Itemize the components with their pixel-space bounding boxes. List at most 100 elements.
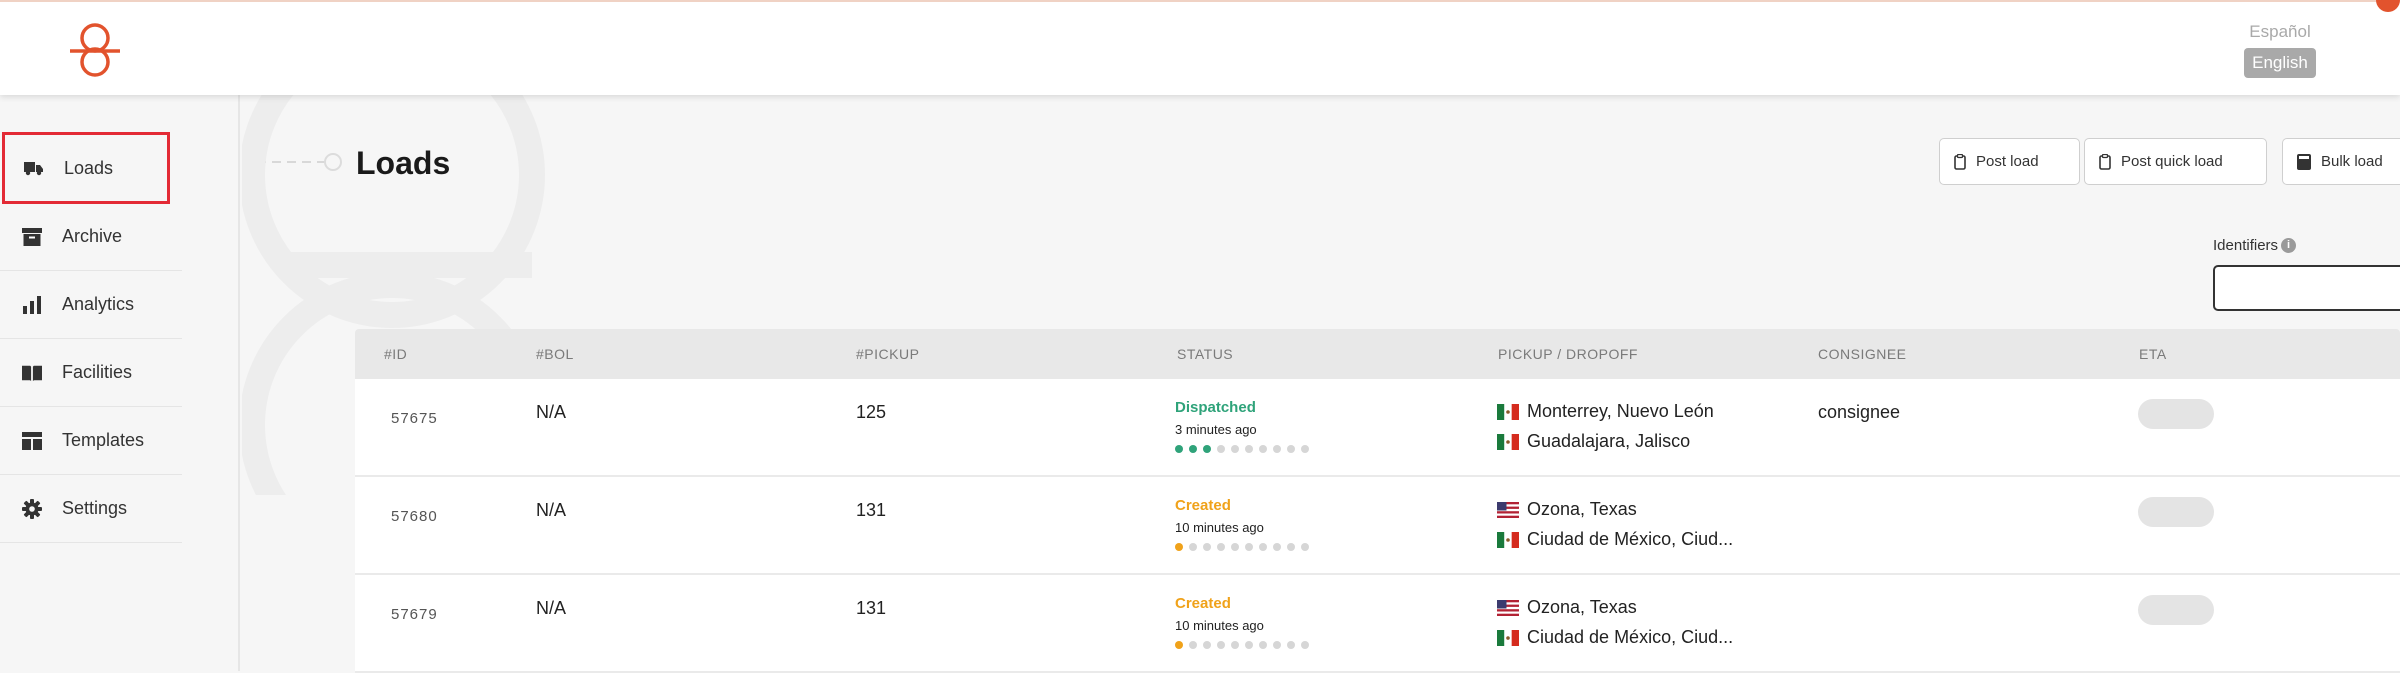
progress-dot <box>1273 641 1281 649</box>
pickup-location: Ozona, Texas <box>1497 597 1637 618</box>
sidebar-item-label: Templates <box>62 430 145 450</box>
progress-dot <box>1217 641 1225 649</box>
progress-dot <box>1259 543 1267 551</box>
mexico-flag-icon <box>1497 629 1519 646</box>
loads-table: #ID #BOL #PICKUP STATUS PICKUP / DROPOFF… <box>355 329 2400 673</box>
bulk-load-button[interactable]: Bulk load <box>2282 138 2400 185</box>
bol-value: N/A <box>536 500 567 520</box>
status-time: 10 minutes ago <box>1175 618 1264 633</box>
clipboard-icon <box>2099 153 2111 170</box>
column-header-bol[interactable]: #BOL <box>536 346 574 362</box>
sidebar-item-templates[interactable]: Templates <box>0 407 182 475</box>
post-quick-load-button[interactable]: Post quick load <box>2084 138 2267 185</box>
top-bar: Español English <box>0 0 2400 95</box>
load-id[interactable]: 57675 <box>391 410 438 427</box>
column-header-pickup-dropoff[interactable]: PICKUP / DROPOFF <box>1498 346 1638 362</box>
pickup-number: 131 <box>856 598 887 618</box>
mexico-flag-icon <box>1497 403 1519 420</box>
us-flag-icon <box>1497 501 1519 518</box>
mexico-flag-icon <box>1497 531 1519 548</box>
bar-chart-icon <box>22 295 42 315</box>
archive-icon <box>22 227 42 247</box>
sidebar-item-label: Facilities <box>62 362 133 382</box>
progress-dot <box>1287 641 1295 649</box>
column-header-consignee[interactable]: CONSIGNEE <box>1818 346 1907 362</box>
bulk-load-label: Bulk load <box>2321 153 2383 170</box>
status-label: Dispatched <box>1175 399 1256 416</box>
sidebar-item-archive[interactable]: Archive <box>0 203 182 271</box>
column-header-id[interactable]: #ID <box>384 346 407 362</box>
dropoff-location: Guadalajara, Jalisco <box>1497 431 1690 452</box>
progress-dot <box>1189 543 1197 551</box>
sidebar-item-loads[interactable]: Loads <box>2 132 170 204</box>
sidebar-item-analytics[interactable]: Analytics <box>0 271 182 339</box>
progress-dot <box>1245 641 1253 649</box>
gear-icon <box>22 498 42 519</box>
progress-dot <box>1231 543 1239 551</box>
sidebar: Loads Archive Analytics Facilities Templ… <box>0 95 240 671</box>
language-switcher: Español English <box>2240 22 2320 78</box>
truck-icon <box>24 158 44 178</box>
status-cell: Dispatched 3 minutes ago <box>1175 399 1315 453</box>
progress-dot <box>1217 543 1225 551</box>
post-load-label: Post load <box>1976 153 2039 170</box>
table-row[interactable]: 57675 N/A 125 Dispatched 3 minutes ago M… <box>355 379 2400 477</box>
calculator-icon <box>2297 153 2311 170</box>
dropoff-location: Ciudad de México, Ciud... <box>1497 529 1733 550</box>
book-icon <box>22 363 42 383</box>
eta-placeholder <box>2138 399 2214 429</box>
brand-logo[interactable] <box>64 20 126 82</box>
sidebar-item-facilities[interactable]: Facilities <box>0 339 182 407</box>
table-header: #ID #BOL #PICKUP STATUS PICKUP / DROPOFF… <box>355 329 2400 379</box>
progress-dot <box>1245 445 1253 453</box>
progress-dot <box>1231 445 1239 453</box>
status-cell: Created 10 minutes ago <box>1175 595 1315 649</box>
pickup-location: Ozona, Texas <box>1497 499 1637 520</box>
progress-dot <box>1189 641 1197 649</box>
column-header-eta[interactable]: ETA <box>2139 346 2167 362</box>
table-row[interactable]: 57680 N/A 131 Created 10 minutes ago Ozo… <box>355 477 2400 575</box>
column-header-pickup[interactable]: #PICKUP <box>856 346 919 362</box>
sidebar-item-settings[interactable]: Settings <box>0 475 182 543</box>
corner-badge <box>2376 0 2400 12</box>
consignee-value: consignee <box>1818 402 1901 422</box>
progress-dot <box>1287 543 1295 551</box>
status-cell: Created 10 minutes ago <box>1175 497 1315 551</box>
progress-dot <box>1301 445 1309 453</box>
progress-dot <box>1301 641 1309 649</box>
progress-dot <box>1287 445 1295 453</box>
progress-dot <box>1203 445 1211 453</box>
post-quick-load-label: Post quick load <box>2121 153 2223 170</box>
status-progress <box>1175 445 1315 453</box>
progress-dot <box>1259 641 1267 649</box>
pickup-location: Monterrey, Nuevo León <box>1497 401 1714 422</box>
bol-value: N/A <box>536 402 567 422</box>
load-id[interactable]: 57679 <box>391 606 438 623</box>
template-icon <box>22 431 42 451</box>
status-time: 3 minutes ago <box>1175 422 1257 437</box>
status-progress <box>1175 543 1315 551</box>
table-row[interactable]: 57679 N/A 131 Created 10 minutes ago Ozo… <box>355 575 2400 673</box>
sidebar-item-label: Loads <box>64 157 114 178</box>
progress-dot <box>1175 543 1183 551</box>
post-load-button[interactable]: Post load <box>1939 138 2080 185</box>
info-icon[interactable]: i <box>2281 238 2297 253</box>
clipboard-icon <box>1954 153 1966 170</box>
status-label: Created <box>1175 595 1231 612</box>
sidebar-item-label: Analytics <box>62 294 135 314</box>
eta-placeholder <box>2138 595 2214 625</box>
main-content: Loads Post load Post quick load Bulk loa… <box>242 95 2400 673</box>
language-english[interactable]: English <box>2244 48 2316 78</box>
language-espanol[interactable]: Español <box>2240 22 2320 42</box>
load-id[interactable]: 57680 <box>391 508 438 525</box>
identifiers-input[interactable] <box>2213 265 2400 311</box>
progress-dot <box>1259 445 1267 453</box>
progress-dot <box>1175 641 1183 649</box>
progress-dot <box>1231 641 1239 649</box>
bol-value: N/A <box>536 598 567 618</box>
pickup-number: 125 <box>856 402 887 422</box>
column-header-status[interactable]: STATUS <box>1177 346 1233 362</box>
progress-dot <box>1175 445 1183 453</box>
progress-dot <box>1203 641 1211 649</box>
identifiers-label: Identifiers i <box>2213 237 2297 254</box>
